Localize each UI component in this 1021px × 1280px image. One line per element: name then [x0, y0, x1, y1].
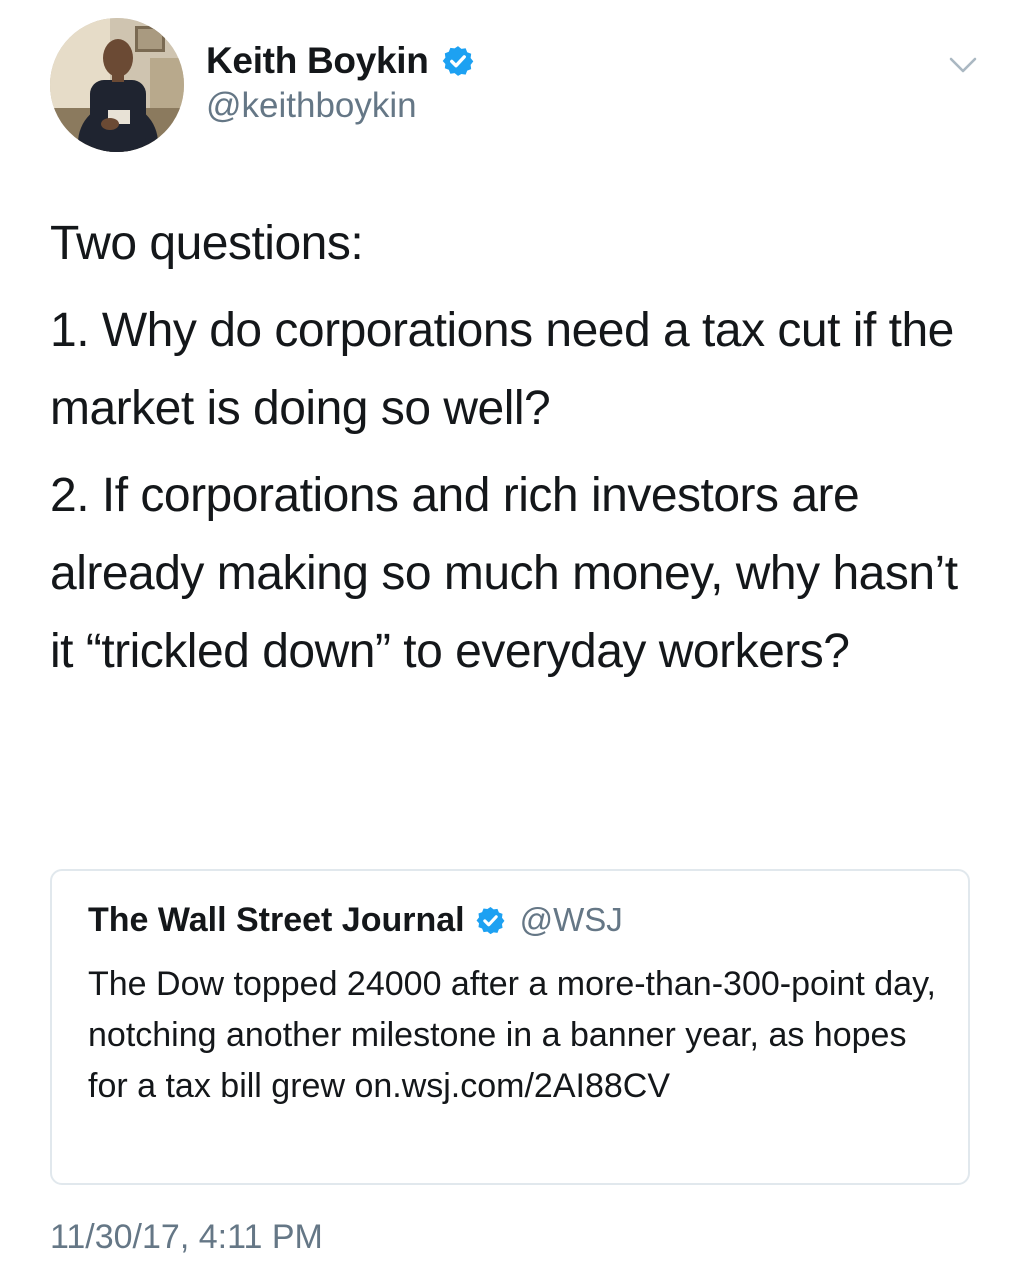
avatar[interactable] [50, 18, 184, 152]
quoted-author-name: The Wall Street Journal [88, 900, 465, 939]
tweet-timestamp[interactable]: 11/30/17, 4:11 PM [50, 1218, 323, 1257]
quoted-tweet-text: The Dow topped 24000 after a more-than-3… [88, 965, 937, 1105]
profile-photo-icon [50, 18, 184, 152]
tweet-paragraph: Two questions: [50, 217, 364, 270]
author-handle[interactable]: @keithboykin [206, 86, 475, 126]
chevron-down-icon[interactable] [948, 54, 978, 76]
verified-badge-icon [476, 906, 505, 934]
author-display-name[interactable]: Keith Boykin [206, 40, 429, 82]
tweet-paragraph: 1. Why do corporations need a tax cut if… [50, 304, 954, 435]
tweet-header: Keith Boykin @keithboykin [50, 18, 990, 158]
tweet-text: Two questions: 1. Why do corporations ne… [50, 205, 980, 700]
quoted-tweet-header: The Wall Street Journal @WSJ [88, 899, 623, 941]
quoted-author-handle: @WSJ [519, 901, 623, 938]
author-names: Keith Boykin @keithboykin [206, 38, 475, 126]
display-name-row: Keith Boykin [206, 38, 475, 84]
quoted-tweet-card[interactable]: The Wall Street Journal @WSJ The Dow top… [50, 869, 970, 1185]
tweet-paragraph: 2. If corporations and rich investors ar… [50, 469, 958, 678]
verified-badge-icon [442, 46, 473, 76]
